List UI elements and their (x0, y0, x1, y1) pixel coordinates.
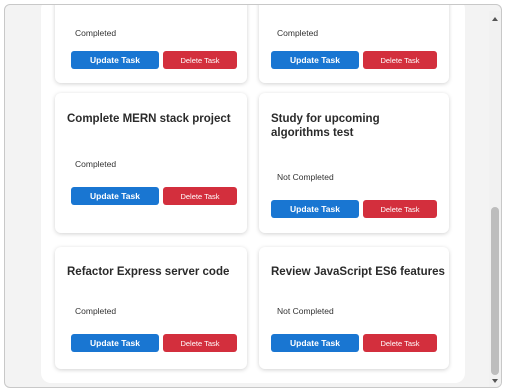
task-card: Study for upcoming algorithms test Not C… (259, 93, 449, 233)
delete-task-button[interactable]: Delete Task (163, 51, 237, 69)
task-status: Completed (277, 28, 319, 38)
update-task-button[interactable]: Update Task (271, 334, 359, 352)
task-status: Completed (75, 306, 117, 316)
task-status: Completed (75, 28, 117, 38)
update-task-button[interactable]: Update Task (271, 51, 359, 69)
task-card: Complete MERN stack project Completed Up… (55, 93, 247, 233)
update-task-button[interactable]: Update Task (71, 334, 159, 352)
task-title: Review JavaScript ES6 features (271, 266, 445, 278)
task-card: Review JavaScript ES6 features Not Compl… (259, 247, 449, 369)
task-card: Completed Update Task Delete Task (259, 5, 449, 83)
task-card: Refactor Express server code Completed U… (55, 247, 247, 369)
delete-task-button[interactable]: Delete Task (163, 334, 237, 352)
task-list-panel: Completed Update Task Delete Task Comple… (41, 5, 465, 383)
scroll-up-arrow-icon[interactable] (492, 17, 498, 21)
update-task-button[interactable]: Update Task (71, 187, 159, 205)
task-status: Not Completed (277, 172, 334, 182)
delete-task-button[interactable]: Delete Task (363, 200, 437, 218)
task-title: Study for upcoming algorithms test (271, 113, 380, 139)
update-task-button[interactable]: Update Task (71, 51, 159, 69)
delete-task-button[interactable]: Delete Task (163, 187, 237, 205)
task-status: Not Completed (277, 306, 334, 316)
task-card: Completed Update Task Delete Task (55, 5, 247, 83)
delete-task-button[interactable]: Delete Task (363, 51, 437, 69)
browser-viewport: Completed Update Task Delete Task Comple… (4, 4, 502, 388)
scroll-down-arrow-icon[interactable] (492, 379, 498, 383)
vertical-scrollbar[interactable] (489, 11, 501, 387)
task-title: Refactor Express server code (67, 266, 230, 278)
task-status: Completed (75, 159, 117, 169)
scroll-thumb[interactable] (491, 207, 499, 375)
update-task-button[interactable]: Update Task (271, 200, 359, 218)
task-title: Complete MERN stack project (67, 113, 231, 125)
delete-task-button[interactable]: Delete Task (363, 334, 437, 352)
